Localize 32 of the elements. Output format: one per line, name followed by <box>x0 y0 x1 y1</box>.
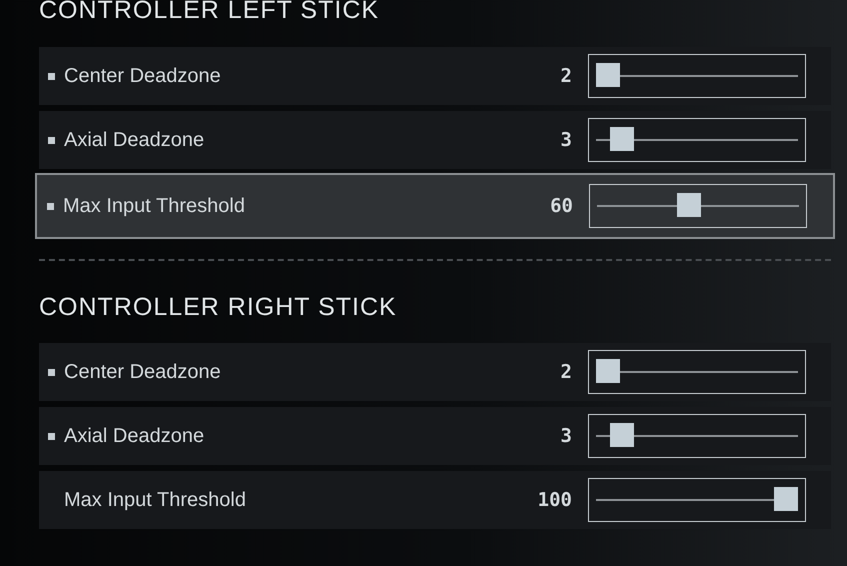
setting-label: Axial Deadzone <box>64 128 206 152</box>
section-heading: CONTROLLER RIGHT STICK <box>39 295 398 323</box>
setting-label: Axial Deadzone <box>64 424 206 448</box>
slider-thumb[interactable] <box>610 423 634 447</box>
setting-row[interactable]: Axial Deadzone 3 <box>39 407 831 465</box>
setting-row[interactable]: Center Deadzone 2 <box>39 47 831 105</box>
slider[interactable] <box>588 414 806 458</box>
setting-label: Max Input Threshold <box>63 194 246 218</box>
slider[interactable] <box>588 478 806 522</box>
slider-thumb[interactable] <box>774 487 798 511</box>
setting-value: 2 <box>560 361 572 383</box>
slider-thumb[interactable] <box>610 127 634 151</box>
setting-value: 100 <box>536 489 572 511</box>
slider[interactable] <box>589 184 807 228</box>
setting-label: Center Deadzone <box>64 64 222 88</box>
setting-row[interactable]: Max Input Threshold 100 <box>39 471 831 529</box>
slider[interactable] <box>588 118 806 162</box>
setting-row[interactable]: Center Deadzone 2 <box>39 343 831 401</box>
slider-thumb[interactable] <box>677 193 702 217</box>
slider-thumb[interactable] <box>596 63 620 87</box>
setting-label: Max Input Threshold <box>64 488 247 512</box>
setting-row[interactable]: Axial Deadzone 3 <box>39 111 831 169</box>
slider-thumb[interactable] <box>596 359 620 383</box>
setting-row[interactable]: Max Input Threshold 60 <box>35 173 835 239</box>
slider[interactable] <box>588 350 806 394</box>
setting-value: 60 <box>549 195 573 217</box>
setting-value: 3 <box>560 425 572 447</box>
section-heading: CONTROLLER LEFT STICK <box>39 0 380 26</box>
setting-label: Center Deadzone <box>64 360 222 384</box>
slider[interactable] <box>588 54 806 98</box>
setting-value: 2 <box>560 65 572 87</box>
setting-value: 3 <box>560 129 572 151</box>
